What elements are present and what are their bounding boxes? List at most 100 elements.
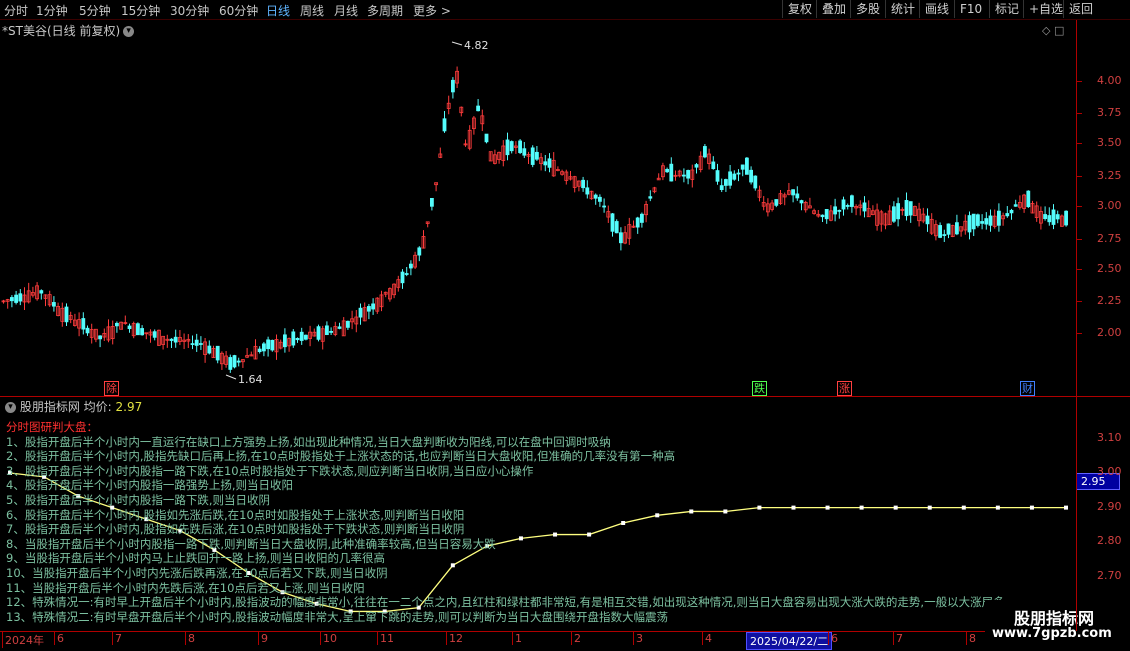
period-tab[interactable]: 5分钟 [79, 2, 111, 19]
candle-body [522, 148, 527, 156]
candle-body [862, 202, 867, 212]
candle-body [400, 271, 405, 284]
candle-body [1047, 215, 1052, 223]
toolbar-button[interactable]: 标记 [989, 0, 1024, 18]
candle-body [753, 175, 758, 189]
candle-body [598, 196, 602, 202]
candle-body [52, 302, 56, 307]
toolbar-button[interactable]: 叠加 [816, 0, 851, 18]
price-tick-mark [1077, 206, 1082, 207]
note-line: 10、当股指开盘后半个小时内先涨后跌再涨,在10点后若又下跌,则当日收阴 [6, 565, 388, 580]
date-tick: 2 [571, 632, 581, 645]
price-tick-mark [1077, 176, 1082, 177]
candle-body [14, 294, 19, 303]
crosshair-date: 2025/04/22/二 [746, 632, 833, 650]
note-line: 8、当股指开盘后半个小时内股指一路下跌,则判断当日大盘收阴,此种准确率较高,但当… [6, 536, 496, 551]
candle-body [837, 209, 842, 212]
candle-body [417, 247, 422, 256]
candle-body [408, 263, 413, 269]
candle-body [81, 318, 86, 330]
notes-block: 分时图研判大盘： 1、股指开盘后半个小时内一直运行在缺口上方强势上扬,如出现此种… [6, 420, 1005, 624]
event-marker[interactable]: 涨 [837, 381, 852, 396]
date-tick: 7 [112, 632, 122, 645]
candle-body [261, 343, 266, 352]
candle-body [484, 133, 489, 143]
candle-body [39, 290, 44, 294]
candle-body [1051, 209, 1056, 225]
candle-body [64, 306, 69, 323]
event-marker[interactable]: 除 [104, 381, 119, 396]
price-tick-mark [1077, 301, 1082, 302]
candle-body [429, 197, 434, 207]
price-tick: 2.50 [1097, 262, 1122, 275]
chevron-down-icon[interactable]: ▾ [5, 402, 16, 413]
toolbar-button[interactable]: 多股 [850, 0, 885, 18]
candle-body [1026, 190, 1031, 208]
indicator-tick: 2.80 [1097, 534, 1122, 547]
candle-body [795, 193, 800, 199]
price-tick-mark [1077, 269, 1082, 270]
indicator-name: 股朋指标网 [19, 400, 80, 414]
low-marker [225, 374, 237, 380]
candle-body [152, 331, 157, 338]
candle-body [257, 348, 262, 352]
candle-body [295, 337, 300, 341]
candlestick-chart[interactable]: 4.82 1.64 [0, 20, 1076, 396]
date-tick: 7 [893, 632, 903, 645]
note-line: 12、特殊情况一:有时早上开盘后半个小时内,股指波动的幅度非常小,往往在一二个点… [6, 595, 1005, 610]
period-tab[interactable]: 多周期 [367, 2, 403, 19]
price-tick: 3.50 [1097, 136, 1122, 149]
date-tick: 11 [377, 632, 394, 645]
period-tab[interactable]: 60分钟 [219, 2, 258, 19]
avg-point [1064, 505, 1068, 510]
period-tab[interactable]: 15分钟 [121, 2, 160, 19]
date-tick: 6 [54, 632, 64, 645]
candle-body [115, 322, 119, 327]
candle-body [946, 223, 951, 235]
period-tab[interactable]: 更多 > [413, 2, 451, 19]
period-tab[interactable]: 30分钟 [170, 2, 209, 19]
high-marker [451, 41, 463, 46]
event-marker[interactable]: 跌 [752, 381, 767, 396]
candle-body [450, 79, 455, 93]
period-tab[interactable]: 周线 [300, 2, 324, 19]
candle-body [942, 234, 947, 236]
note-line: 1、股指开盘后半个小时内一直运行在缺口上方强势上扬,如出现此种情况,当日大盘判断… [6, 434, 611, 449]
low-price-label: 1.64 [238, 373, 263, 386]
indicator-tick: 3.10 [1097, 431, 1122, 444]
candle-body [9, 297, 14, 302]
period-tab[interactable]: 1分钟 [36, 2, 68, 19]
candle-body [476, 105, 481, 112]
notes-heading: 分时图研判大盘： [6, 420, 98, 434]
toolbar-button[interactable]: 统计 [885, 0, 920, 18]
note-line: 11、当股指开盘后半个小时内先跌后涨,在10点后若又上涨,则当日收阳 [6, 580, 365, 595]
candle-body [207, 345, 212, 354]
price-tick: 2.25 [1097, 294, 1122, 307]
candle-body [518, 140, 522, 153]
price-tick: 4.00 [1097, 74, 1122, 87]
candle-body [925, 215, 930, 225]
candle-body [850, 195, 854, 207]
candle-body [169, 338, 174, 341]
event-marker[interactable]: 财 [1020, 381, 1035, 396]
indicator-tick: 2.70 [1097, 569, 1122, 582]
period-tab[interactable]: 日线 [266, 2, 290, 19]
toolbar-button[interactable]: +自选 [1023, 0, 1068, 18]
date-tick: 10 [320, 632, 337, 645]
note-line: 13、特殊情况二:有时早盘开盘后半个小时内,股指波动幅度非常大,呈上窜下跳的走势… [6, 609, 668, 624]
candle-body [610, 213, 615, 232]
candle-body [745, 157, 749, 175]
toolbar-button[interactable]: F10 [954, 0, 987, 18]
note-line: 9、当股指开盘后半个小时内马上止跌回升一路上扬,则当日收阳的几率很高 [6, 551, 385, 566]
toolbar-button[interactable]: 画线 [919, 0, 954, 18]
period-tab[interactable]: 月线 [334, 2, 358, 19]
candle-body [190, 343, 195, 345]
candle-body [682, 174, 686, 177]
toolbar-button[interactable]: 返回 [1063, 0, 1098, 18]
period-toolbar: 分时 1分钟 5分钟 15分钟 30分钟 60分钟 日线 周线 月线 多周期 更多 > 复权 叠加 多股统… [0, 0, 1130, 20]
period-tab[interactable]: 分时 [4, 2, 28, 19]
candle-body [140, 328, 145, 336]
pane-divider[interactable] [0, 396, 1130, 397]
toolbar-button[interactable]: 复权 [782, 0, 817, 18]
price-tick: 3.00 [1097, 199, 1122, 212]
